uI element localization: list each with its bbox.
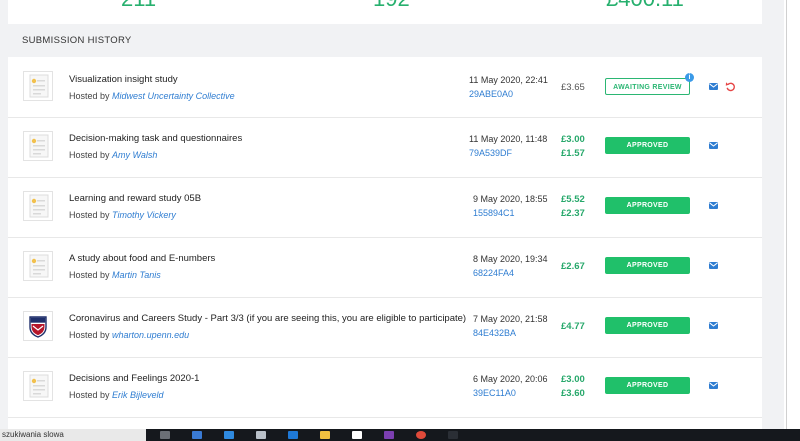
mail-app-icon[interactable] — [288, 431, 298, 439]
bonus-amount: £1.57 — [561, 148, 585, 159]
host-link[interactable]: Erik Bijleveld — [112, 390, 164, 400]
submission-date: 11 May 2020, 22:41 — [469, 75, 548, 85]
document-icon — [29, 254, 49, 278]
study-host: Hosted by Amy Walsh — [69, 150, 157, 160]
study-title: Decision-making task and questionnaires — [69, 133, 243, 144]
app-icon[interactable] — [224, 431, 234, 439]
study-thumbnail — [23, 371, 53, 401]
reward-amount: £3.00 — [561, 374, 585, 385]
status-badge: APPROVED — [605, 377, 690, 394]
table-row[interactable]: Learning and reward study 05B Hosted by … — [8, 177, 762, 238]
study-thumbnail — [23, 131, 53, 161]
table-row[interactable]: Coronavirus and Careers Study - Part 3/3… — [8, 297, 762, 358]
submission-date: 9 May 2020, 18:55 — [473, 194, 548, 204]
app-icon[interactable] — [448, 431, 458, 439]
status-badge: AWAITING REVIEW — [605, 78, 690, 95]
submission-id[interactable]: 79A539DF — [469, 148, 512, 158]
taskbar-search-text: szukiwania slowa — [2, 430, 64, 439]
submission-id[interactable]: 29ABE0A0 — [469, 89, 513, 99]
submission-id[interactable]: 68224FA4 — [473, 268, 514, 278]
submission-date: 11 May 2020, 11:48 — [469, 134, 548, 144]
app-icon[interactable] — [384, 431, 394, 439]
bonus-amount: £3.60 — [561, 388, 585, 399]
dropbox-icon[interactable] — [192, 431, 202, 439]
reward-amount: £5.52 — [561, 194, 585, 205]
mail-icon[interactable] — [709, 142, 718, 149]
study-title: A study about food and E-numbers — [69, 253, 216, 264]
status-badge: APPROVED — [605, 137, 690, 154]
status-badge: APPROVED — [605, 197, 690, 214]
submission-list: Visualization insight study Hosted by Mi… — [8, 57, 762, 429]
stat-value-earnings: £400.11 — [606, 0, 684, 12]
study-title: Coronavirus and Careers Study - Part 3/3… — [69, 313, 467, 324]
study-thumbnail — [23, 191, 53, 221]
hosted-by-label: Hosted by — [69, 330, 110, 340]
chrome-icon[interactable] — [416, 431, 426, 439]
host-link[interactable]: Timothy Vickery — [112, 210, 176, 220]
mail-icon[interactable] — [709, 202, 718, 209]
hosted-by-label: Hosted by — [69, 210, 110, 220]
study-title: Visualization insight study — [69, 74, 178, 85]
hosted-by-label: Hosted by — [69, 150, 110, 160]
host-link[interactable]: wharton.upenn.edu — [112, 330, 189, 340]
host-link[interactable]: Midwest Uncertainty Collective — [112, 91, 235, 101]
study-title: Learning and reward study 05B — [69, 193, 202, 204]
study-host: Hosted by Erik Bijleveld — [69, 390, 164, 400]
info-icon[interactable]: i — [685, 73, 694, 82]
document-icon — [29, 74, 49, 98]
mail-icon[interactable] — [709, 382, 718, 389]
return-icon[interactable] — [725, 81, 736, 92]
divider — [786, 0, 787, 441]
submission-date: 8 May 2020, 19:34 — [473, 254, 548, 264]
study-title: Decisions and Feelings 2020-1 — [69, 373, 200, 384]
reward-amount: £3.00 — [561, 134, 585, 145]
host-link[interactable]: Martin Tanis — [112, 270, 161, 280]
submission-date: 6 May 2020, 20:06 — [473, 374, 548, 384]
document-icon — [29, 134, 49, 158]
task-view-icon[interactable] — [160, 431, 170, 439]
reward-amount: £2.67 — [561, 261, 585, 272]
submission-id[interactable]: 39EC11A0 — [473, 388, 516, 398]
mail-icon[interactable] — [709, 322, 718, 329]
amazon-icon[interactable] — [352, 431, 362, 439]
document-icon — [29, 374, 49, 398]
hosted-by-label: Hosted by — [69, 270, 110, 280]
study-thumbnail — [23, 71, 53, 101]
status-badge: APPROVED — [605, 317, 690, 334]
table-row[interactable]: Decisions and Feelings 2020-1 Hosted by … — [8, 357, 762, 418]
stat-value-approved: 192 — [373, 0, 410, 12]
store-icon[interactable] — [256, 431, 266, 439]
study-thumbnail — [23, 311, 53, 341]
study-host: Hosted by Midwest Uncertainty Collective — [69, 91, 235, 101]
hosted-by-label: Hosted by — [69, 390, 110, 400]
study-thumbnail — [23, 251, 53, 281]
mail-icon[interactable] — [709, 262, 718, 269]
table-row[interactable]: Decision-making task and questionnaires … — [8, 117, 762, 178]
submission-date: 7 May 2020, 21:58 — [473, 314, 548, 324]
reward-amount: £4.77 — [561, 321, 585, 332]
table-row[interactable]: Visualization insight study Hosted by Mi… — [8, 57, 762, 118]
mail-icon[interactable] — [709, 83, 718, 90]
study-host: Hosted by Martin Tanis — [69, 270, 161, 280]
host-link[interactable]: Amy Walsh — [112, 150, 157, 160]
university-shield-icon — [29, 316, 47, 338]
study-host: Hosted by wharton.upenn.edu — [69, 330, 189, 340]
stats-strip: 211 192 £400.11 — [8, 0, 762, 24]
submission-id[interactable]: 84E432BA — [473, 328, 516, 338]
submission-id[interactable]: 155894C1 — [473, 208, 515, 218]
status-badge: APPROVED — [605, 257, 690, 274]
section-title: SUBMISSION HISTORY — [22, 35, 132, 46]
stat-value-submissions: 211 — [121, 0, 156, 12]
hosted-by-label: Hosted by — [69, 91, 110, 101]
study-host: Hosted by Timothy Vickery — [69, 210, 176, 220]
bonus-amount: £2.37 — [561, 208, 585, 219]
reward-amount: £3.65 — [561, 82, 585, 93]
table-row[interactable]: A study about food and E-numbers Hosted … — [8, 237, 762, 298]
file-explorer-icon[interactable] — [320, 431, 330, 439]
document-icon — [29, 194, 49, 218]
taskbar-search-box[interactable]: szukiwania slowa — [0, 429, 146, 441]
